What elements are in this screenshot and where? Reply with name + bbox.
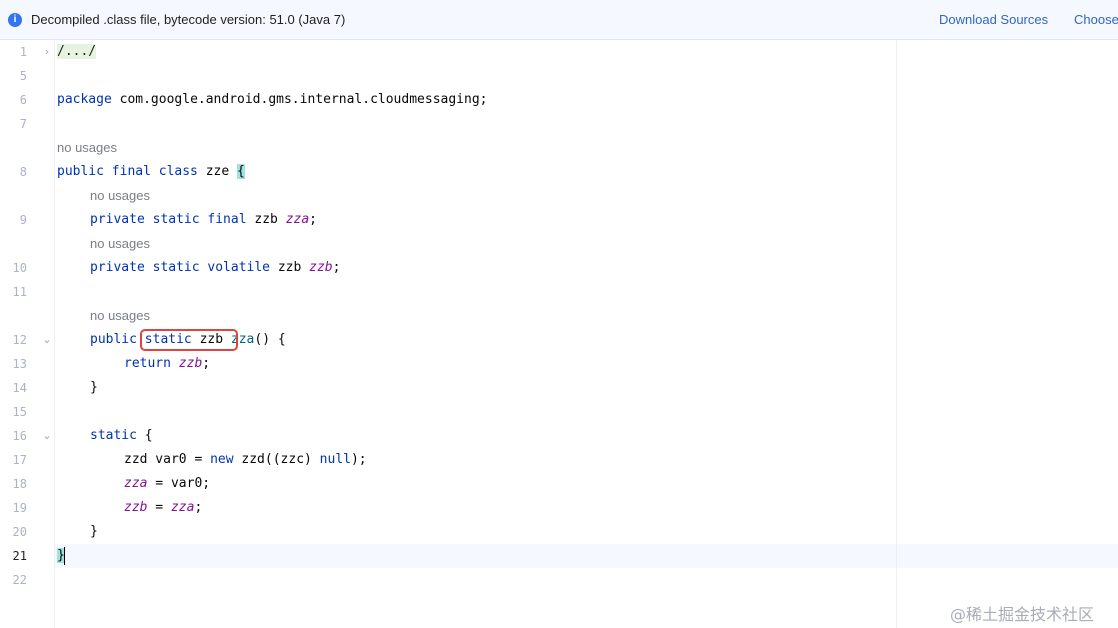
punctuation: ; (202, 356, 211, 371)
text-caret (63, 546, 65, 565)
punctuation: ; (194, 500, 203, 515)
keyword: public (90, 332, 137, 347)
line-number: 9 (19, 213, 27, 227)
line-number: 19 (12, 501, 27, 515)
line-number: 20 (12, 525, 27, 539)
line-number: 5 (19, 69, 27, 83)
highlight-annotation-box (140, 329, 238, 351)
type-name: zzb (270, 260, 310, 275)
field-name: zzb (178, 356, 203, 371)
line-number: 14 (12, 381, 27, 395)
usage-hint[interactable]: no usages (90, 184, 150, 208)
download-sources-link[interactable]: Download Sources (939, 12, 1048, 27)
info-icon: i (8, 13, 22, 27)
decompiled-banner: i Decompiled .class file, bytecode versi… (0, 0, 1118, 40)
code-line-16: static { (90, 424, 153, 448)
code-line-8: public final class zze { (57, 160, 245, 184)
usage-hint[interactable]: no usages (90, 232, 150, 256)
folded-region[interactable]: /.../ (57, 44, 97, 59)
punctuation: ); (350, 452, 367, 467)
line-number: 1 (19, 45, 27, 59)
code-line-14: } (90, 380, 98, 395)
keyword: package (57, 92, 112, 107)
keyword: private static volatile (90, 260, 271, 275)
code-line-21: } (57, 544, 65, 568)
code-line-20: } (90, 524, 98, 539)
field-name: zza (285, 212, 310, 227)
line-number: 18 (12, 477, 27, 491)
code-line-17: zzd var0 = new zzd((zzc) null); (124, 448, 367, 472)
line-number: 11 (12, 285, 27, 299)
line-number: 15 (12, 405, 27, 419)
matched-brace: { (237, 164, 245, 179)
keyword: new (210, 452, 234, 467)
line-number: 16 (12, 429, 27, 443)
code-line-1: /.../ (57, 40, 97, 64)
keyword: null (319, 452, 351, 467)
statement: zzd((zzc) (233, 452, 320, 467)
punctuation: { (136, 428, 153, 443)
code-editor[interactable]: 1 5 6 7 8 9 10 11 12 13 14 15 16 17 18 1… (0, 40, 1118, 628)
statement: = var0; (147, 476, 211, 491)
code-line-13: return zzb; (124, 352, 210, 376)
type-name: zzb (246, 212, 286, 227)
line-number: 10 (12, 261, 27, 275)
choose-sources-link[interactable]: Choose (1074, 12, 1118, 27)
package-name: com.google.android.gms.internal.cloudmes… (111, 92, 488, 107)
line-number: 8 (19, 165, 27, 179)
watermark: @稀土掘金技术社区 (950, 605, 1095, 624)
usage-hint[interactable]: no usages (90, 304, 150, 328)
usage-hint[interactable]: no usages (57, 136, 117, 160)
line-number: 22 (12, 573, 27, 587)
fold-expand-icon[interactable]: › (41, 40, 53, 64)
keyword: public final class (57, 164, 198, 179)
line-number: 12 (12, 333, 27, 347)
banner-message: Decompiled .class file, bytecode version… (31, 12, 346, 27)
code-line-9: private static final zzb zza; (90, 208, 317, 232)
keyword: static (90, 428, 137, 443)
field-name: zza (170, 500, 195, 515)
punctuation: ; (332, 260, 341, 275)
operator: = (147, 500, 171, 515)
fold-collapse-icon[interactable]: ⌄ (41, 328, 53, 352)
line-number: 7 (19, 117, 27, 131)
field-name: zzb (124, 500, 148, 515)
punctuation: () { (254, 332, 286, 347)
gutter-divider (54, 40, 55, 628)
code-line-10: private static volatile zzb zzb; (90, 256, 340, 280)
class-name: zze (197, 164, 238, 179)
statement: zzd var0 = (124, 452, 211, 467)
code-line-18: zza = var0; (124, 472, 210, 496)
field-name: zza (124, 476, 148, 491)
keyword: private static final (90, 212, 247, 227)
code-line-19: zzb = zza; (124, 496, 202, 520)
fold-collapse-icon[interactable]: ⌄ (41, 424, 53, 448)
keyword: return (124, 356, 171, 371)
code-line-6: package com.google.android.gms.internal.… (57, 88, 487, 112)
field-name: zzb (309, 260, 333, 275)
punctuation: ; (309, 212, 317, 227)
line-number: 13 (12, 357, 27, 371)
line-number-current: 21 (12, 549, 27, 563)
line-number: 6 (19, 93, 27, 107)
current-line-highlight (55, 544, 1118, 568)
right-margin-guide (896, 40, 897, 628)
line-number: 17 (12, 453, 27, 467)
